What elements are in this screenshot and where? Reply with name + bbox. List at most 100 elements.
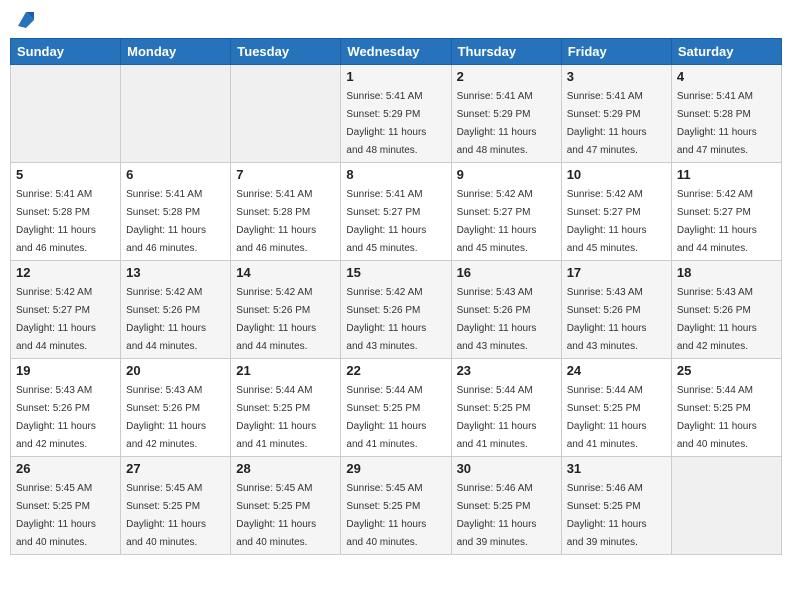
calendar-cell: 11Sunrise: 5:42 AM Sunset: 5:27 PM Dayli… [671,163,781,261]
day-info: Sunrise: 5:43 AM Sunset: 5:26 PM Dayligh… [16,385,96,450]
calendar-cell: 29Sunrise: 5:45 AM Sunset: 5:25 PM Dayli… [341,457,451,555]
calendar-week-4: 19 Sunrise: 5:43 AM Sunset: 5:26 PM Dayli… [11,359,782,457]
day-info: Sunrise: 5:42 AM Sunset: 5:26 PM Dayligh… [236,287,316,352]
calendar-cell: 8 Sunrise: 5:41 AM Sunset: 5:27 PM Daylig… [341,163,451,261]
day-info: Sunrise: 5:42 AM Sunset: 5:27 PM Dayligh… [16,287,96,352]
calendar-cell [11,65,121,163]
day-info: Sunrise: 5:43 AM Sunset: 5:26 PM Dayligh… [457,287,537,352]
day-number: 15 [346,265,445,280]
calendar-cell: 5 Sunrise: 5:41 AM Sunset: 5:28 PM Daylig… [11,163,121,261]
day-number: 6 [126,167,225,182]
day-info: Sunrise: 5:45 AM Sunset: 5:25 PM Dayligh… [16,483,96,548]
day-info: Sunrise: 5:43 AM Sunset: 5:26 PM Dayligh… [126,385,206,450]
calendar-cell: 30Sunrise: 5:46 AM Sunset: 5:25 PM Dayli… [451,457,561,555]
day-number: 21 [236,363,335,378]
day-info: Sunrise: 5:41 AM Sunset: 5:29 PM Dayligh… [567,91,647,156]
day-info: Sunrise: 5:41 AM Sunset: 5:28 PM Dayligh… [126,189,206,254]
calendar-cell: 24 Sunrise: 5:44 AM Sunset: 5:25 PM Dayli… [561,359,671,457]
calendar-week-3: 12 Sunrise: 5:42 AM Sunset: 5:27 PM Dayli… [11,261,782,359]
calendar-cell [121,65,231,163]
calendar-cell: 27 Sunrise: 5:45 AM Sunset: 5:25 PM Dayli… [121,457,231,555]
calendar-cell: 3 Sunrise: 5:41 AM Sunset: 5:29 PM Daylig… [561,65,671,163]
calendar-cell: 14Sunrise: 5:42 AM Sunset: 5:26 PM Dayli… [231,261,341,359]
day-number: 10 [567,167,666,182]
day-info: Sunrise: 5:44 AM Sunset: 5:25 PM Dayligh… [236,385,316,450]
calendar-cell: 9Sunrise: 5:42 AM Sunset: 5:27 PM Daylig… [451,163,561,261]
calendar-cell: 22Sunrise: 5:44 AM Sunset: 5:25 PM Dayli… [341,359,451,457]
day-number: 16 [457,265,556,280]
calendar-cell: 18Sunrise: 5:43 AM Sunset: 5:26 PM Dayli… [671,261,781,359]
day-number: 24 [567,363,666,378]
day-info: Sunrise: 5:41 AM Sunset: 5:28 PM Dayligh… [16,189,96,254]
day-number: 20 [126,363,225,378]
day-number: 7 [236,167,335,182]
calendar-cell: 7 Sunrise: 5:41 AM Sunset: 5:28 PM Daylig… [231,163,341,261]
day-info: Sunrise: 5:45 AM Sunset: 5:25 PM Dayligh… [126,483,206,548]
calendar-cell: 21 Sunrise: 5:44 AM Sunset: 5:25 PM Dayli… [231,359,341,457]
calendar-header-row: SundayMondayTuesdayWednesdayThursdayFrid… [11,39,782,65]
day-number: 25 [677,363,776,378]
calendar-week-1: 1 Sunrise: 5:41 AM Sunset: 5:29 PM Daylig… [11,65,782,163]
calendar-cell: 2 Sunrise: 5:41 AM Sunset: 5:29 PM Daylig… [451,65,561,163]
calendar-cell: 28 Sunrise: 5:45 AM Sunset: 5:25 PM Dayli… [231,457,341,555]
day-info: Sunrise: 5:44 AM Sunset: 5:25 PM Dayligh… [457,385,537,450]
calendar-header-tuesday: Tuesday [231,39,341,65]
calendar-table: SundayMondayTuesdayWednesdayThursdayFrid… [10,38,782,555]
day-number: 8 [346,167,445,182]
day-info: Sunrise: 5:45 AM Sunset: 5:25 PM Dayligh… [236,483,316,548]
calendar-week-2: 5 Sunrise: 5:41 AM Sunset: 5:28 PM Daylig… [11,163,782,261]
page-header [10,10,782,30]
day-number: 11 [677,167,776,182]
calendar-cell [671,457,781,555]
day-info: Sunrise: 5:42 AM Sunset: 5:27 PM Dayligh… [457,189,537,254]
calendar-header-saturday: Saturday [671,39,781,65]
calendar-cell: 20 Sunrise: 5:43 AM Sunset: 5:26 PM Dayli… [121,359,231,457]
day-info: Sunrise: 5:41 AM Sunset: 5:29 PM Dayligh… [457,91,537,156]
day-info: Sunrise: 5:44 AM Sunset: 5:25 PM Dayligh… [346,385,426,450]
calendar-cell: 26 Sunrise: 5:45 AM Sunset: 5:25 PM Dayli… [11,457,121,555]
day-info: Sunrise: 5:42 AM Sunset: 5:26 PM Dayligh… [346,287,426,352]
calendar-cell: 17 Sunrise: 5:43 AM Sunset: 5:26 PM Dayli… [561,261,671,359]
day-number: 12 [16,265,115,280]
logo [14,10,36,30]
calendar-header-friday: Friday [561,39,671,65]
day-number: 17 [567,265,666,280]
day-number: 23 [457,363,556,378]
calendar-cell: 25 Sunrise: 5:44 AM Sunset: 5:25 PM Dayli… [671,359,781,457]
day-info: Sunrise: 5:46 AM Sunset: 5:25 PM Dayligh… [457,483,537,548]
calendar-cell: 15 Sunrise: 5:42 AM Sunset: 5:26 PM Dayli… [341,261,451,359]
day-number: 13 [126,265,225,280]
day-number: 26 [16,461,115,476]
day-number: 19 [16,363,115,378]
day-number: 1 [346,69,445,84]
day-info: Sunrise: 5:41 AM Sunset: 5:27 PM Dayligh… [346,189,426,254]
day-info: Sunrise: 5:43 AM Sunset: 5:26 PM Dayligh… [567,287,647,352]
day-info: Sunrise: 5:42 AM Sunset: 5:26 PM Dayligh… [126,287,206,352]
calendar-cell: 6 Sunrise: 5:41 AM Sunset: 5:28 PM Daylig… [121,163,231,261]
calendar-cell: 4 Sunrise: 5:41 AM Sunset: 5:28 PM Daylig… [671,65,781,163]
calendar-cell: 31 Sunrise: 5:46 AM Sunset: 5:25 PM Dayli… [561,457,671,555]
day-info: Sunrise: 5:43 AM Sunset: 5:26 PM Dayligh… [677,287,757,352]
calendar-cell: 12 Sunrise: 5:42 AM Sunset: 5:27 PM Dayli… [11,261,121,359]
day-number: 4 [677,69,776,84]
calendar-week-5: 26 Sunrise: 5:45 AM Sunset: 5:25 PM Dayli… [11,457,782,555]
day-info: Sunrise: 5:44 AM Sunset: 5:25 PM Dayligh… [567,385,647,450]
calendar-cell: 16 Sunrise: 5:43 AM Sunset: 5:26 PM Dayli… [451,261,561,359]
day-info: Sunrise: 5:41 AM Sunset: 5:28 PM Dayligh… [236,189,316,254]
day-number: 31 [567,461,666,476]
day-info: Sunrise: 5:45 AM Sunset: 5:25 PM Dayligh… [346,483,426,548]
day-number: 27 [126,461,225,476]
day-number: 28 [236,461,335,476]
day-number: 2 [457,69,556,84]
calendar-header-monday: Monday [121,39,231,65]
calendar-cell: 23 Sunrise: 5:44 AM Sunset: 5:25 PM Dayli… [451,359,561,457]
calendar-header-wednesday: Wednesday [341,39,451,65]
day-info: Sunrise: 5:42 AM Sunset: 5:27 PM Dayligh… [567,189,647,254]
day-number: 5 [16,167,115,182]
day-number: 3 [567,69,666,84]
day-info: Sunrise: 5:44 AM Sunset: 5:25 PM Dayligh… [677,385,757,450]
calendar-cell [231,65,341,163]
day-info: Sunrise: 5:46 AM Sunset: 5:25 PM Dayligh… [567,483,647,548]
day-info: Sunrise: 5:41 AM Sunset: 5:28 PM Dayligh… [677,91,757,156]
calendar-cell: 13 Sunrise: 5:42 AM Sunset: 5:26 PM Dayli… [121,261,231,359]
